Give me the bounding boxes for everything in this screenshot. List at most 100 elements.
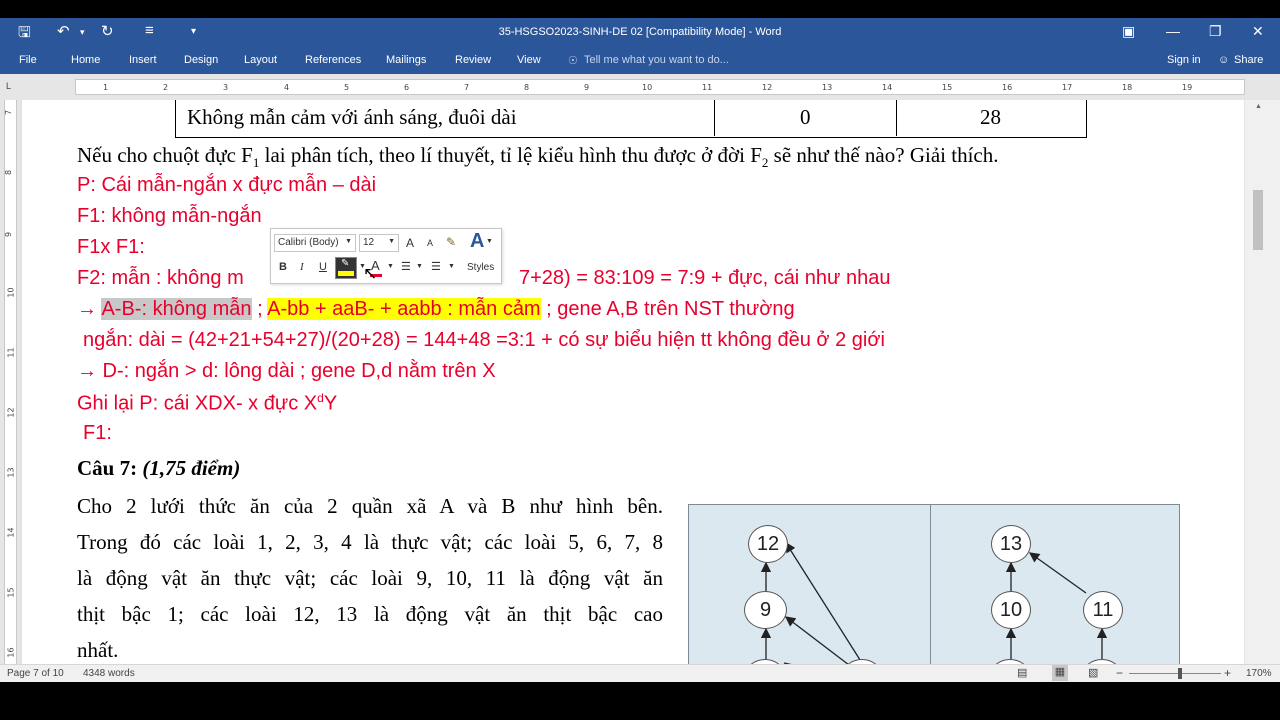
chevron-down-icon[interactable]: ▼	[448, 263, 455, 270]
chevron-down-icon[interactable]: ▼	[387, 263, 394, 270]
zoom-slider-handle[interactable]	[1178, 668, 1182, 679]
scroll-up-icon[interactable]: ▲	[1255, 103, 1262, 110]
ruler-number: 8	[524, 83, 530, 92]
question-text: Nếu cho chuột đực F1 lai phân tích, theo…	[77, 143, 998, 171]
horizontal-ruler[interactable]: 1 2 3 4 5 6 7 8 9 10 11 12 13 14 15 16 1…	[75, 79, 1245, 95]
vertical-ruler[interactable]: 7 8 9 10 11 12 13 14 15 16	[0, 100, 20, 664]
shrink-font-button[interactable]: A	[427, 238, 433, 248]
underline-button[interactable]: U	[319, 261, 327, 273]
tab-selector-icon[interactable]: L	[6, 81, 11, 91]
ruler-number: 14	[882, 83, 893, 92]
read-mode-icon[interactable]: ▤	[1017, 666, 1027, 679]
tab-view[interactable]: View	[517, 54, 541, 66]
web-layout-icon[interactable]: ▧	[1088, 666, 1098, 679]
ruler-number: 8	[4, 169, 14, 176]
ruler-number: 7	[464, 83, 470, 92]
tab-review[interactable]: Review	[455, 54, 491, 66]
ruler-number: 4	[284, 83, 290, 92]
answer-line-f2-start: F2: mẫn : không m	[77, 267, 244, 289]
table-cell-value: 0	[800, 105, 811, 129]
close-icon[interactable]: ✕	[1252, 23, 1264, 40]
tell-me-box[interactable]: Tell me what you want to do...	[584, 54, 729, 66]
document-area[interactable]: Không mẫn cảm với ánh sáng, đuôi dài 0 2…	[20, 100, 1245, 664]
sign-in-link[interactable]: Sign in	[1167, 54, 1201, 66]
selected-text[interactable]: A-B-: không mẫn	[101, 298, 252, 320]
ruler-number: 2	[163, 83, 169, 92]
zoom-level[interactable]: 170%	[1246, 668, 1272, 679]
chevron-down-icon: ▼	[345, 238, 352, 245]
table-cell-label: Không mẫn cảm với ánh sáng, đuôi dài	[187, 105, 517, 129]
zoom-in-button[interactable]: +	[1224, 666, 1231, 680]
numbering-icon[interactable]: ☰	[431, 260, 441, 273]
share-button[interactable]: Share	[1234, 54, 1263, 66]
person-icon: ☺	[1218, 54, 1230, 66]
styles-label[interactable]: Styles	[467, 262, 494, 273]
highlight-button[interactable]: ✎	[335, 257, 357, 279]
tab-references[interactable]: References	[305, 54, 361, 66]
bold-button[interactable]: B	[279, 261, 287, 273]
print-layout-icon[interactable]: ▦	[1052, 665, 1068, 681]
superscript: d	[317, 391, 324, 405]
ruler-number: 11	[702, 83, 713, 92]
answer-line-f1-empty: F1:	[83, 422, 112, 444]
horizontal-ruler-row: L 1 2 3 4 5 6 7 8 9 10 11 12 13 14 15 16…	[0, 74, 1280, 100]
question-heading: Câu 7: (1,75 điểm)	[77, 456, 240, 481]
ruler-number: 7	[4, 109, 14, 116]
tab-mailings[interactable]: Mailings	[386, 54, 426, 66]
styles-icon[interactable]: A	[470, 230, 484, 253]
mouse-cursor-icon: ↖	[363, 264, 378, 283]
ruler-number: 10	[6, 287, 16, 298]
page-indicator[interactable]: Page 7 of 10	[7, 668, 64, 679]
document-page[interactable]: Không mẫn cảm với ánh sáng, đuôi dài 0 2…	[22, 100, 1244, 664]
tab-insert[interactable]: Insert	[129, 54, 157, 66]
status-bar: Page 7 of 10 4348 words ▤ ▦ ▧ − + 170%	[0, 664, 1280, 682]
question-points: (1,75 điểm)	[142, 456, 241, 480]
scroll-thumb[interactable]	[1253, 190, 1263, 250]
answer-line-ab: → A-B-: không mẫn ; A-bb + aaB- + aabb :…	[77, 298, 795, 321]
tab-file[interactable]: File	[19, 54, 37, 66]
ruler-number: 13	[6, 467, 16, 478]
separator: ;	[251, 298, 268, 320]
zoom-out-button[interactable]: −	[1116, 666, 1123, 680]
ruler-number: 9	[4, 231, 14, 238]
mini-toolbar: Calibri (Body) ▼ 12 ▼ A A ✎ A ▼ B I U ✎ …	[270, 228, 502, 284]
species-node-12: 12	[748, 525, 788, 563]
ruler-number: 16	[1002, 83, 1013, 92]
paragraph-line: thịt bậc 1; các loài 12, 13 là động vật …	[77, 602, 663, 626]
font-size-box[interactable]: 12 ▼	[359, 234, 399, 252]
tab-layout[interactable]: Layout	[244, 54, 277, 66]
species-node-11: 11	[1083, 591, 1123, 629]
ruler-number: 14	[6, 527, 16, 538]
ruler-number: 6	[404, 83, 410, 92]
ruler-number: 15	[6, 587, 16, 598]
restore-icon[interactable]: ❐	[1209, 23, 1222, 40]
ruler-number: 10	[642, 83, 653, 92]
ruler-number: 12	[6, 407, 16, 418]
word-count[interactable]: 4348 words	[83, 668, 135, 679]
ruler-number: 12	[762, 83, 773, 92]
tab-home[interactable]: Home	[71, 54, 100, 66]
marker-icon: ✎	[341, 258, 350, 269]
data-table-row: Không mẫn cảm với ánh sáng, đuôi dài 0 2…	[175, 100, 1087, 138]
arrow-icon: →	[77, 298, 97, 320]
tab-design[interactable]: Design	[184, 54, 218, 66]
ribbon-tabs: File Home Insert Design Layout Reference…	[0, 48, 1280, 74]
chevron-down-icon[interactable]: ▼	[416, 263, 423, 270]
format-painter-icon[interactable]: ✎	[446, 235, 456, 249]
ruler-number: 9	[584, 83, 590, 92]
question-part: Nếu cho chuột đực F	[77, 143, 253, 167]
ribbon-display-icon[interactable]: ▣	[1122, 23, 1135, 40]
zoom-slider-track[interactable]	[1129, 673, 1221, 674]
ruler-number: 3	[223, 83, 229, 92]
minimize-icon[interactable]: —	[1166, 23, 1180, 39]
font-name-box[interactable]: Calibri (Body) ▼	[274, 234, 356, 252]
table-cell-value: 28	[980, 105, 1001, 129]
answer-line-d: → D-: ngắn > d: lông dài ; gene D,d nằm …	[77, 360, 496, 382]
bullets-icon[interactable]: ☰	[401, 260, 411, 273]
grow-font-button[interactable]: A	[406, 236, 414, 250]
italic-button[interactable]: I	[300, 261, 304, 273]
font-name-value: Calibri (Body)	[278, 237, 339, 248]
answer-line-p: P: Cái mẫn-ngắn x đực mẫn – dài	[77, 174, 377, 196]
answer-line-f1: F1: không mẫn-ngắn	[77, 205, 262, 227]
vertical-scrollbar[interactable]: ▲	[1245, 100, 1280, 664]
